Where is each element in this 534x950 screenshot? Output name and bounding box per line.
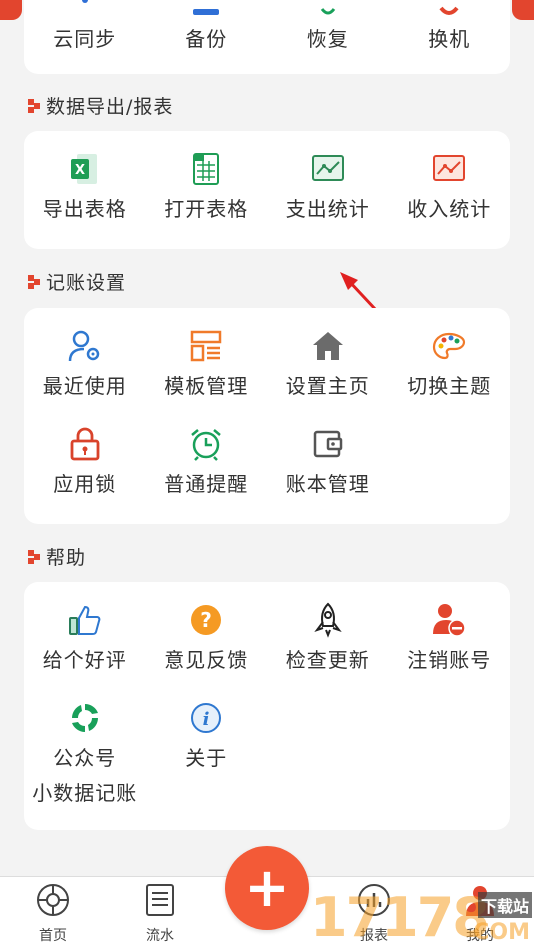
info-icon: i [188,700,224,736]
income-stats-button[interactable]: 收入统计 [389,131,511,229]
app-lock-label: 应用锁 [53,472,117,496]
rate-us-label: 给个好评 [42,648,127,672]
cloud-card: 云同步 备份 恢复 换机 [24,0,510,74]
income-chart-icon [431,151,467,187]
thumbs-up-icon [67,602,103,638]
cancel-account-label: 注销账号 [407,648,492,672]
backup-icon [188,0,224,30]
settings-card: 最近使用 模板管理 设置主页 切换主题 应用锁 普通提醒 账本管理 [24,308,510,524]
official-account-icon [67,700,103,736]
svg-text:?: ? [200,608,212,632]
set-home-label: 设置主页 [285,374,370,398]
watermark-domain: COM [473,920,530,945]
excel-icon: X [67,151,103,187]
template-manage-button[interactable]: 模板管理 [146,308,268,406]
watermark-sub: 下载站 [477,892,532,918]
svg-text:X: X [75,163,85,178]
expense-stats-button[interactable]: 支出统计 [267,131,389,229]
recent-use-button[interactable]: 最近使用 [24,308,146,406]
expense-chart-icon [310,151,346,187]
recent-use-label: 最近使用 [42,374,127,398]
about-label: 关于 [185,746,228,770]
tab-home[interactable]: 首页 [13,883,93,945]
backup-button[interactable]: 备份 [146,0,268,74]
corner-badge-right [512,0,534,20]
section-title-settings: 记账设置 [28,268,126,295]
feedback-button[interactable]: ? 意见反馈 [146,582,268,680]
section-title-text: 数据导出/报表 [46,96,174,118]
reminder-button[interactable]: 普通提醒 [146,406,268,504]
official-account-subtitle: 小数据记账 [32,781,138,805]
list-tab-icon [145,883,175,921]
restore-button[interactable]: 恢复 [267,0,389,74]
cloud-sync-label: 云同步 [53,27,117,51]
reminder-label: 普通提醒 [164,472,249,496]
expense-stats-label: 支出统计 [285,197,370,221]
restore-icon [310,0,346,30]
rocket-icon [310,602,346,638]
ledger-manage-button[interactable]: 账本管理 [267,406,389,504]
ledger-manage-label: 账本管理 [285,472,370,496]
switch-device-icon [431,0,467,30]
lock-icon [67,426,103,462]
check-update-button[interactable]: 检查更新 [267,582,389,680]
section-title-text: 帮助 [46,547,87,569]
check-update-label: 检查更新 [285,648,370,672]
section-marker-icon [28,549,40,564]
question-icon: ? [188,602,224,638]
tab-home-label: 首页 [39,928,67,944]
alarm-clock-icon [188,426,224,462]
template-icon [188,328,224,364]
switch-theme-button[interactable]: 切换主题 [389,308,511,406]
watermark-digits: 17178 [310,886,490,949]
template-manage-label: 模板管理 [164,374,249,398]
palette-icon [431,328,467,364]
watermark: 17178 下载站 COM [310,886,534,950]
corner-badge-left [0,0,22,20]
home-tab-icon [35,883,71,921]
section-title-export: 数据导出/报表 [28,92,173,119]
switch-theme-label: 切换主题 [407,374,492,398]
home-icon [310,328,346,364]
official-account-label: 公众号 [53,746,117,770]
help-card: 给个好评 ? 意见反馈 检查更新 注销账号 公众号 小数据记账 i 关于 [24,582,510,830]
income-stats-label: 收入统计 [407,197,492,221]
spreadsheet-icon [188,151,224,187]
section-title-help: 帮助 [28,543,86,570]
svg-text:i: i [203,709,210,730]
section-marker-icon [28,98,40,113]
rate-us-button[interactable]: 给个好评 [24,582,146,680]
switch-device-button[interactable]: 换机 [389,0,511,74]
app-lock-button[interactable]: 应用锁 [24,406,146,504]
tab-records-label: 流水 [146,928,174,944]
set-home-button[interactable]: 设置主页 [267,308,389,406]
official-account-button[interactable]: 公众号 小数据记账 [24,680,146,830]
export-excel-label: 导出表格 [42,197,127,221]
cloud-sync-icon [67,0,103,16]
tab-records[interactable]: 流水 [120,883,200,945]
about-button[interactable]: i 关于 [146,680,268,778]
export-excel-button[interactable]: X 导出表格 [24,131,146,229]
cloud-sync-button[interactable]: 云同步 [24,0,146,74]
wallet-icon [310,426,346,462]
open-sheet-label: 打开表格 [164,197,249,221]
section-title-text: 记账设置 [46,272,127,294]
user-remove-icon [431,602,467,638]
feedback-label: 意见反馈 [164,648,249,672]
add-record-button[interactable]: + [225,846,309,930]
plus-icon: + [244,856,290,919]
export-card: X 导出表格 打开表格 支出统计 收入统计 [24,131,510,249]
cancel-account-button[interactable]: 注销账号 [389,582,511,680]
user-settings-icon [67,328,103,364]
open-sheet-button[interactable]: 打开表格 [146,131,268,229]
section-marker-icon [28,274,40,289]
